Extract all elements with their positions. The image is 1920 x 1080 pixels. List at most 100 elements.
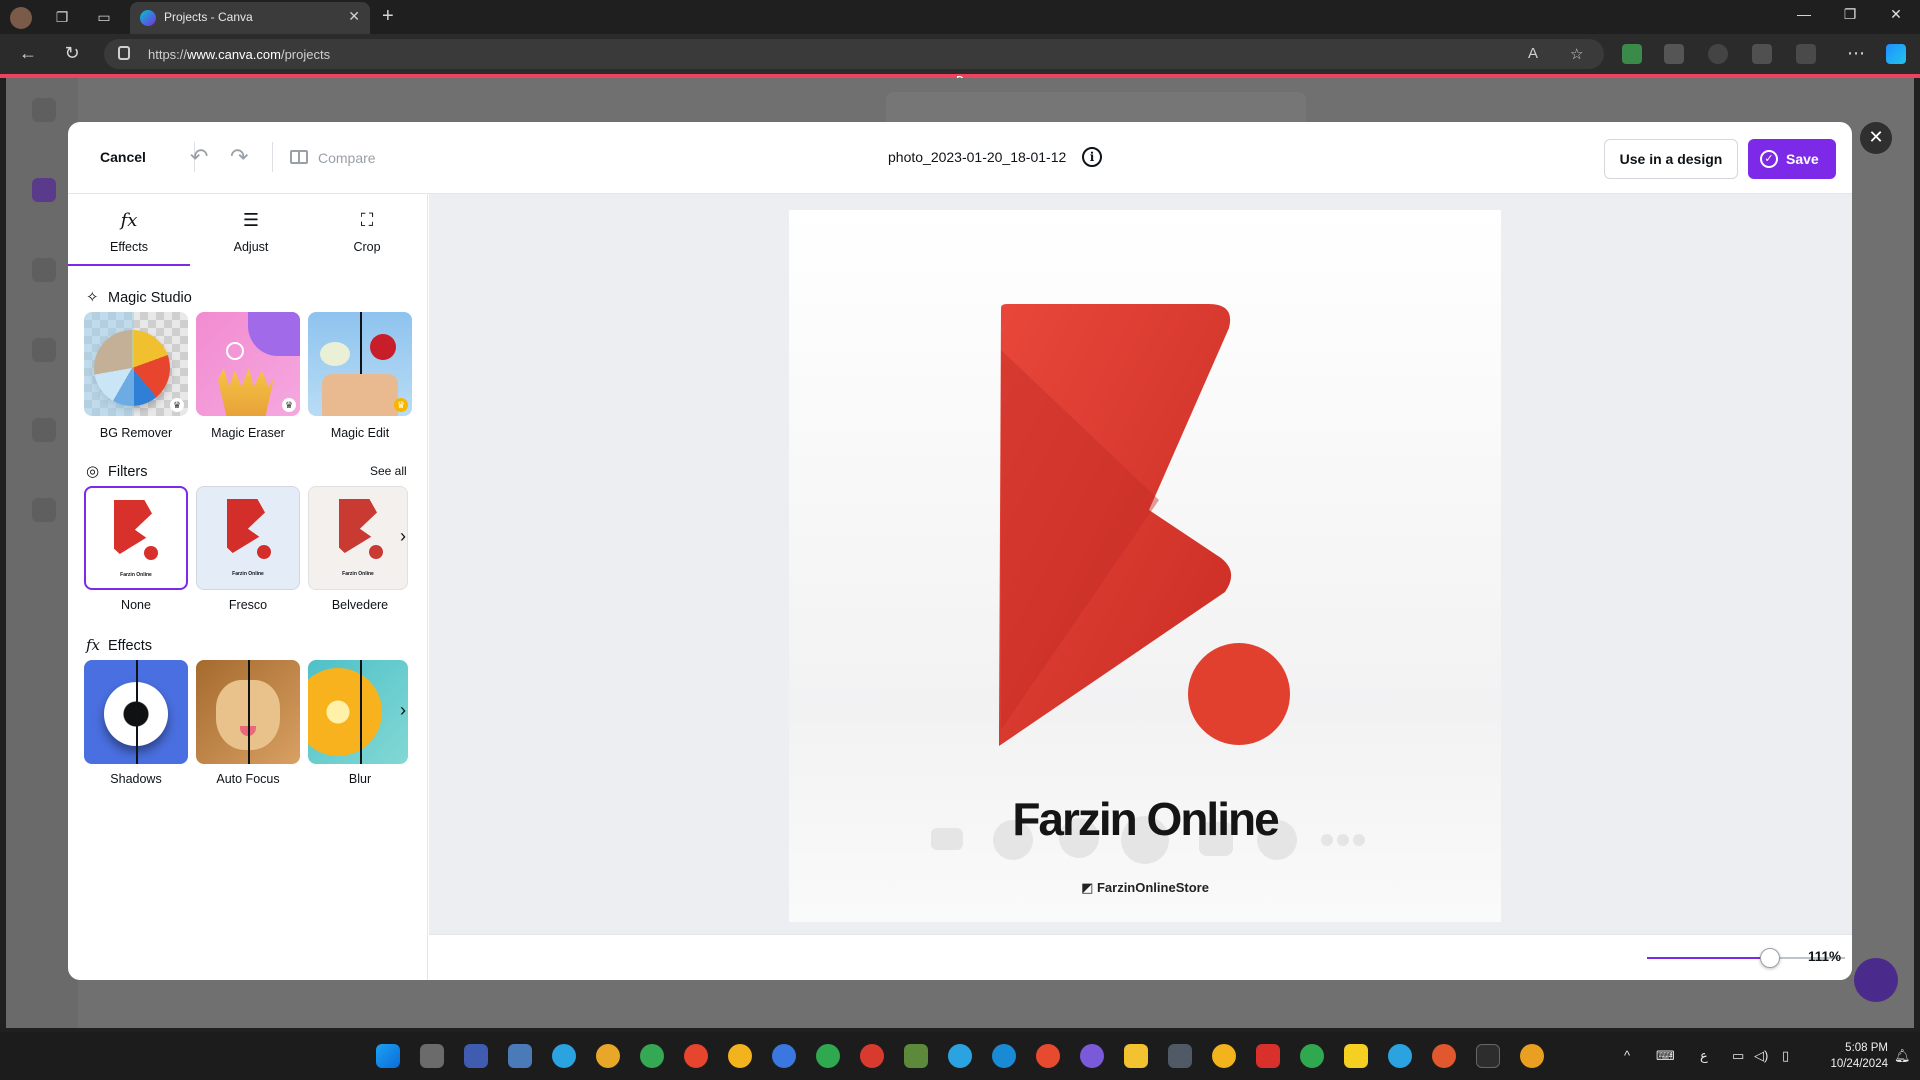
logo-thumb (114, 500, 152, 554)
use-in-design-button[interactable]: Use in a design (1604, 139, 1738, 179)
calculator-icon[interactable] (1168, 1044, 1192, 1068)
zoom-slider-thumb[interactable] (1759, 948, 1780, 968)
battery-icon[interactable]: ▯ (1782, 1048, 1789, 1064)
shadows-tile[interactable] (84, 660, 188, 764)
extension-h-icon[interactable] (1708, 44, 1728, 64)
crown-icon: ♛ (282, 398, 296, 412)
brand-handle-text: ◩ FarzinOnlineStore (1081, 880, 1209, 895)
extension-icon[interactable] (1664, 44, 1684, 64)
chrome-taskbar-icon[interactable] (1080, 1044, 1104, 1068)
chrome-taskbar-icon[interactable] (596, 1044, 620, 1068)
favorite-star-icon[interactable]: ☆ (1570, 45, 1583, 63)
profile-avatar[interactable] (10, 7, 32, 29)
task-view-icon[interactable] (420, 1044, 444, 1068)
taskbar-app-icon[interactable] (1432, 1044, 1456, 1068)
extensions-puzzle-icon[interactable] (1796, 44, 1816, 64)
back-icon[interactable]: ← (16, 43, 40, 64)
keyboard-icon[interactable]: ⌨ (1656, 1048, 1675, 1064)
taskbar-app-icon[interactable] (508, 1044, 532, 1068)
zoom-value[interactable]: 111% (1801, 949, 1841, 964)
volume-icon[interactable]: ◁) (1754, 1048, 1768, 1064)
chrome-taskbar-icon[interactable] (640, 1044, 664, 1068)
tab-close-icon[interactable]: ✕ (348, 8, 360, 25)
taskbar-app-icon[interactable] (1520, 1044, 1544, 1068)
chrome-taskbar-icon[interactable] (1300, 1044, 1324, 1068)
chrome-taskbar-icon[interactable] (772, 1044, 796, 1068)
start-icon[interactable] (376, 1044, 400, 1068)
filter-fresco-tile[interactable]: Farzin Online (196, 486, 300, 590)
telegram-taskbar-icon[interactable] (948, 1044, 972, 1068)
workspaces-icon[interactable]: ❐ (52, 7, 72, 27)
clock-date: 10/24/2024 (1830, 1058, 1888, 1070)
telegram-taskbar-icon[interactable] (552, 1044, 576, 1068)
tab-crop[interactable]: ⛶ Crop (306, 194, 428, 266)
taskbar-app-icon[interactable] (1476, 1044, 1500, 1068)
tray-chevron-icon[interactable]: ^ (1624, 1048, 1630, 1063)
new-tab-button[interactable]: + (382, 5, 394, 28)
close-modal-button[interactable]: ✕ (1860, 122, 1892, 154)
windows-taskbar: ^ ⌨ ﻉ ▭ ◁) ▯ 5:08 PM 10/24/2024 🔔︎ (0, 1032, 1920, 1080)
info-icon[interactable]: i (1082, 147, 1102, 167)
blur-tile[interactable] (308, 660, 408, 764)
taskbar-app-icon[interactable] (1256, 1044, 1280, 1068)
filter-belvedere-tile[interactable]: Farzin Online (308, 486, 408, 590)
chrome-taskbar-icon[interactable] (1212, 1044, 1236, 1068)
tab-effects[interactable]: fx Effects (68, 194, 190, 266)
extension-shield-icon[interactable] (1622, 44, 1642, 64)
see-all-link[interactable]: See all (370, 464, 407, 478)
auto-focus-tile[interactable] (196, 660, 300, 764)
split-line (248, 660, 250, 764)
photo-preview[interactable]: Farzin Online ◩ FarzinOnlineStore (789, 210, 1501, 922)
filter-none-tile[interactable]: Farzin Online (84, 486, 188, 590)
tile-label: BG Remover (99, 426, 173, 440)
more-menu-icon[interactable]: ⋯ (1844, 43, 1868, 64)
extension-pen-icon[interactable] (1752, 44, 1772, 64)
clock-time: 5:08 PM (1845, 1042, 1888, 1054)
url-field[interactable]: https://www.canva.com/projects A ☆ (104, 39, 1604, 69)
restore-icon[interactable]: ❐ (1840, 6, 1860, 23)
chrome-taskbar-icon[interactable] (684, 1044, 708, 1068)
logo-dot (257, 545, 271, 559)
chrome-taskbar-icon[interactable] (860, 1044, 884, 1068)
system-clock[interactable]: 5:08 PM 10/24/2024 (1808, 1040, 1888, 1072)
chrome-taskbar-icon[interactable] (728, 1044, 752, 1068)
edge-taskbar-icon[interactable] (992, 1044, 1016, 1068)
file-explorer-icon[interactable] (1124, 1044, 1148, 1068)
magic-edit-tile[interactable]: ♛ (308, 312, 412, 416)
network-icon[interactable]: ▭ (1732, 1048, 1744, 1064)
tile-label: Belvedere (331, 598, 389, 612)
language-indicator[interactable]: ﻉ (1700, 1048, 1708, 1064)
effects-next-arrow-icon[interactable]: › (400, 700, 406, 721)
refresh-icon[interactable]: ↻ (60, 43, 84, 64)
sticky-notes-icon[interactable] (1344, 1044, 1368, 1068)
minimize-icon[interactable]: — (1794, 6, 1814, 22)
logo-dot (369, 545, 383, 559)
magic-eraser-tile[interactable]: ♛ (196, 312, 300, 416)
taskbar-app-icon[interactable] (904, 1044, 928, 1068)
redo-icon[interactable]: ↷ (230, 144, 248, 170)
taskbar-app-icon[interactable] (464, 1044, 488, 1068)
bg-remover-tile[interactable]: ♛ (84, 312, 188, 416)
chrome-taskbar-icon[interactable] (816, 1044, 840, 1068)
tab-label: Crop (353, 240, 381, 254)
undo-icon[interactable]: ↶ (190, 144, 208, 170)
notifications-bell-icon[interactable]: 🔔︎ (1894, 1048, 1911, 1064)
sky-half (84, 312, 134, 416)
compare-icon[interactable] (290, 150, 308, 164)
read-aloud-icon[interactable]: A (1528, 45, 1538, 62)
chrome-taskbar-icon[interactable] (1036, 1044, 1060, 1068)
tab-adjust[interactable]: ☰ Adjust (190, 194, 312, 266)
save-button[interactable]: ✓ Save (1748, 139, 1836, 179)
telegram-taskbar-icon[interactable] (1388, 1044, 1412, 1068)
sliders-icon: ☰ (242, 210, 260, 230)
cancel-button[interactable]: Cancel (100, 149, 146, 165)
sidebar-icon (32, 338, 56, 362)
tab-actions-icon[interactable]: ▭ (94, 7, 114, 27)
active-tab[interactable]: Projects - Canva ✕ (130, 2, 370, 34)
copilot-icon[interactable] (1886, 44, 1906, 64)
crop-icon: ⛶ (360, 210, 374, 230)
window-close-icon[interactable]: ✕ (1886, 6, 1906, 23)
compare-button[interactable]: Compare (318, 150, 376, 166)
filters-next-arrow-icon[interactable]: › (400, 526, 406, 547)
hands-shape (322, 374, 398, 416)
